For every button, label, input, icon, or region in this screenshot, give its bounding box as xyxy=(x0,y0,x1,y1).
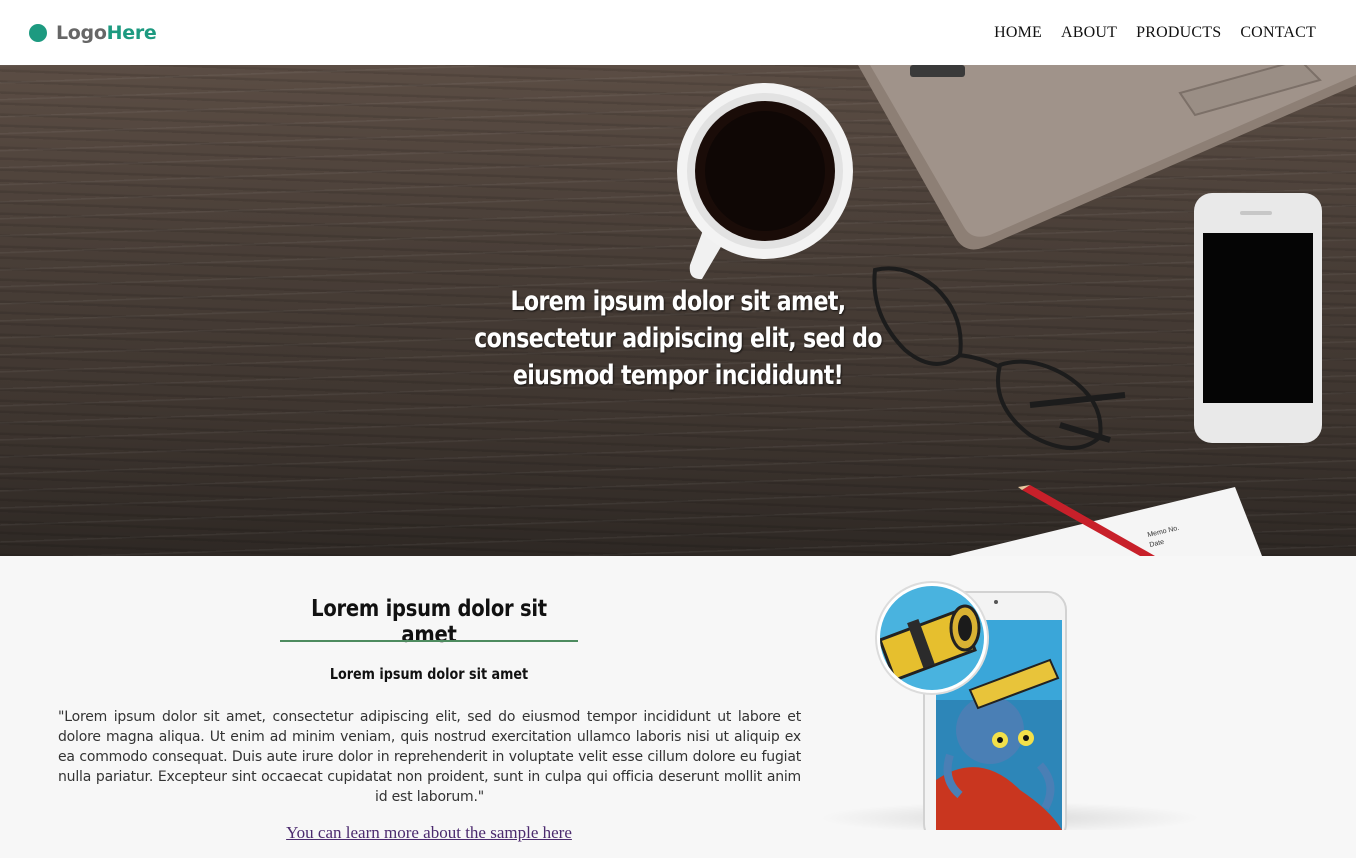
hero-title: Lorem ipsum dolor sit amet, consectetur … xyxy=(474,286,882,391)
site-header: LogoHere HOME ABOUT PRODUCTS CONTACT xyxy=(0,0,1356,65)
nav-contact-link[interactable]: CONTACT xyxy=(1240,24,1316,42)
main-nav: HOME ABOUT PRODUCTS CONTACT xyxy=(994,24,1316,42)
logo[interactable]: LogoHere xyxy=(29,21,157,44)
title-divider xyxy=(280,640,578,642)
logo-text: LogoHere xyxy=(56,21,157,44)
glasses-image xyxy=(872,266,1126,450)
nav-about-link[interactable]: ABOUT xyxy=(1061,24,1117,42)
notepad-image: Memo No. Date xyxy=(950,485,1262,556)
phone-comic-illustration xyxy=(820,581,1200,830)
quote-paragraph: "Lorem ipsum dolor sit amet, consectetur… xyxy=(58,709,801,805)
smartphone-image xyxy=(1194,193,1322,443)
coffee-cup-image xyxy=(677,83,853,280)
hero-banner: Memo No. Date Lorem ipsum dolor sit amet… xyxy=(0,65,1356,556)
logo-dot-icon xyxy=(29,23,47,42)
section-subtitle: Lorem ipsum dolor sit amet xyxy=(329,665,529,683)
nav-products-link[interactable]: PRODUCTS xyxy=(1136,24,1221,42)
learn-more-link[interactable]: You can learn more about the sample here xyxy=(0,823,858,843)
nav-home-link[interactable]: HOME xyxy=(994,24,1042,42)
